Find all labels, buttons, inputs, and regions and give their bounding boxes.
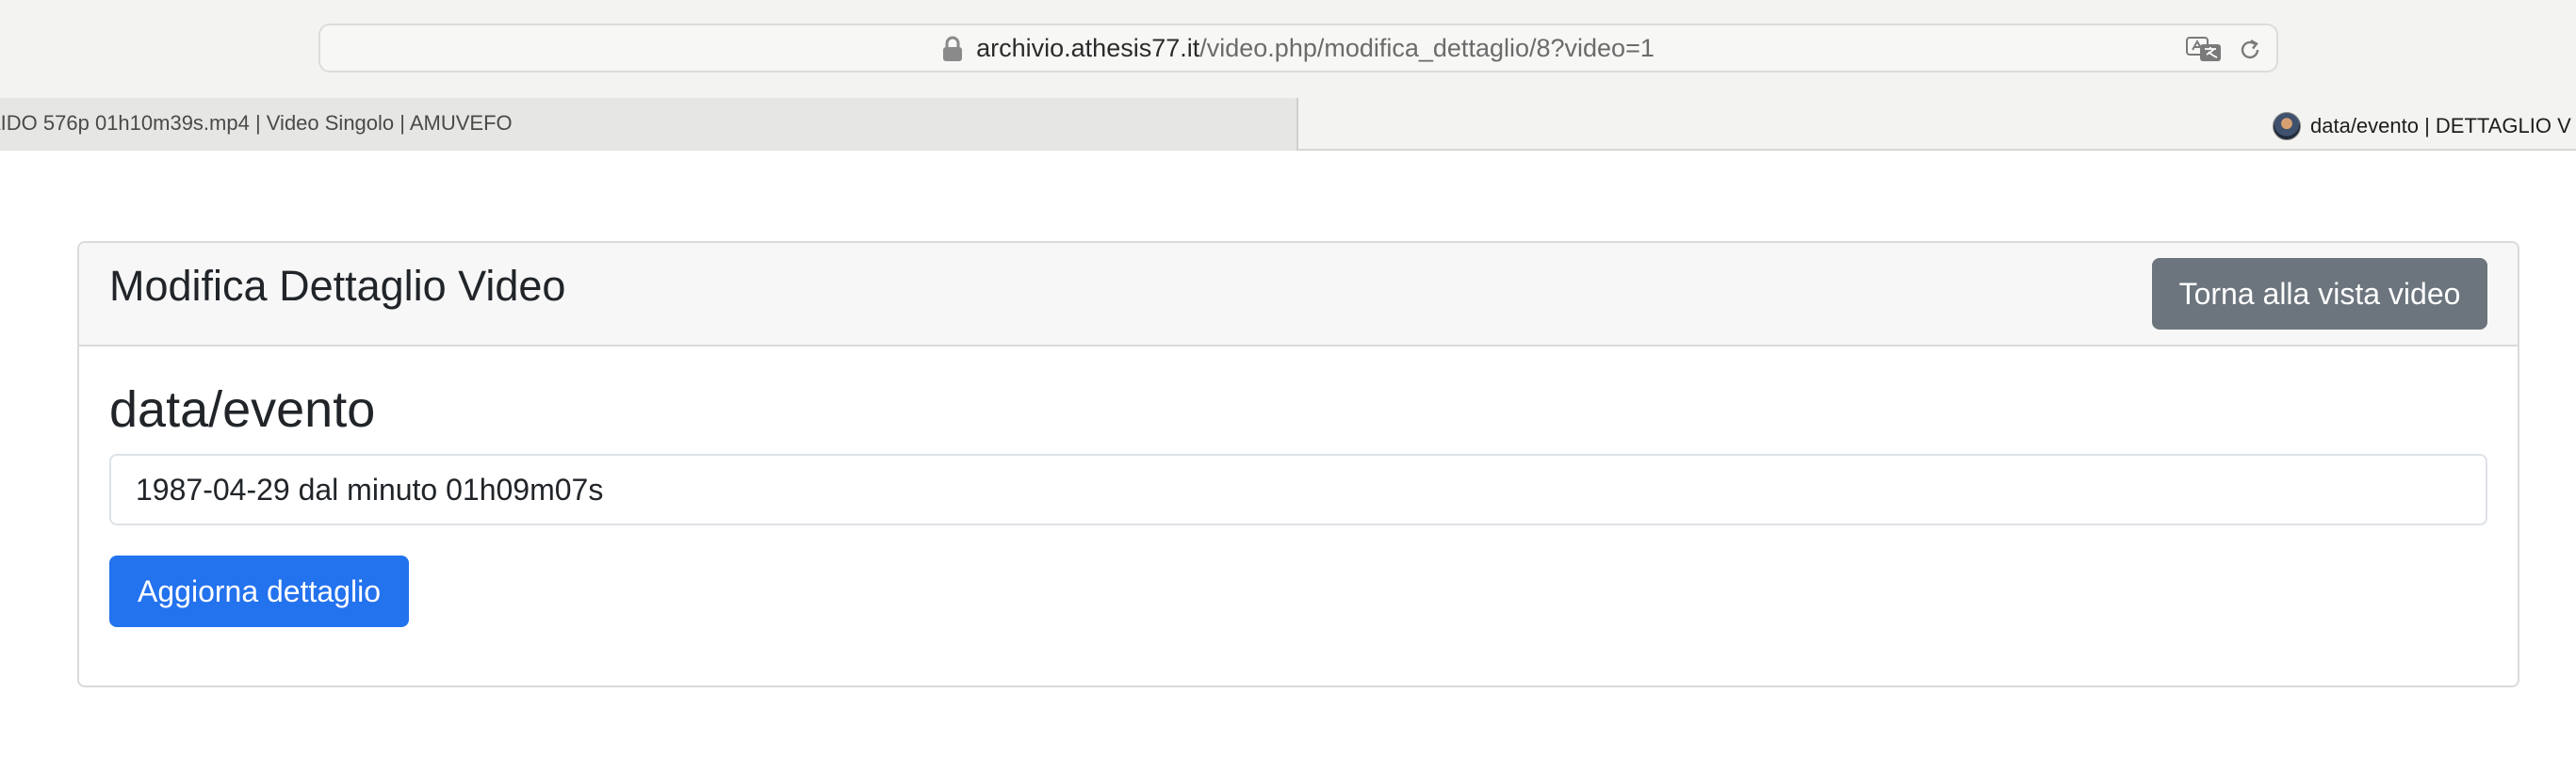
tab-dettaglio[interactable]: data/evento | DETTAGLIO V: [2273, 107, 2571, 145]
back-to-video-button[interactable]: Torna alla vista video: [2152, 258, 2487, 330]
update-detail-button[interactable]: Aggiorna dettaglio: [109, 556, 409, 627]
translate-icon[interactable]: [2186, 36, 2222, 62]
tab-label: AIDO 576p 01h10m39s.mp4 | Video Singolo …: [0, 111, 513, 135]
reload-icon[interactable]: [2237, 37, 2263, 63]
tab-label: data/evento | DETTAGLIO V: [2310, 114, 2571, 137]
detail-value-input[interactable]: [109, 454, 2487, 525]
favicon-icon: [2273, 112, 2301, 140]
tab-bar: AIDO 576p 01h10m39s.mp4 | Video Singolo …: [0, 98, 2576, 151]
lock-icon: [942, 36, 963, 62]
edit-detail-card: Modifica Dettaglio Video Torna alla vist…: [77, 241, 2519, 687]
url-path: /video.php/modifica_dettaglio/8?video=1: [1199, 33, 1655, 62]
url-wrap: archivio.athesis77.it/video.php/modifica…: [320, 25, 2276, 71]
field-label: data/evento: [109, 381, 376, 438]
url-text[interactable]: archivio.athesis77.it/video.php/modifica…: [976, 34, 1655, 63]
page-title: Modifica Dettaglio Video: [109, 262, 566, 310]
card-header: Modifica Dettaglio Video Torna alla vist…: [79, 243, 2518, 347]
browser-chrome: archivio.athesis77.it/video.php/modifica…: [0, 0, 2576, 151]
url-host: archivio.athesis77.it: [976, 33, 1200, 62]
tab-video-singolo[interactable]: AIDO 576p 01h10m39s.mp4 | Video Singolo …: [0, 98, 1298, 151]
address-bar[interactable]: archivio.athesis77.it/video.php/modifica…: [318, 24, 2278, 73]
